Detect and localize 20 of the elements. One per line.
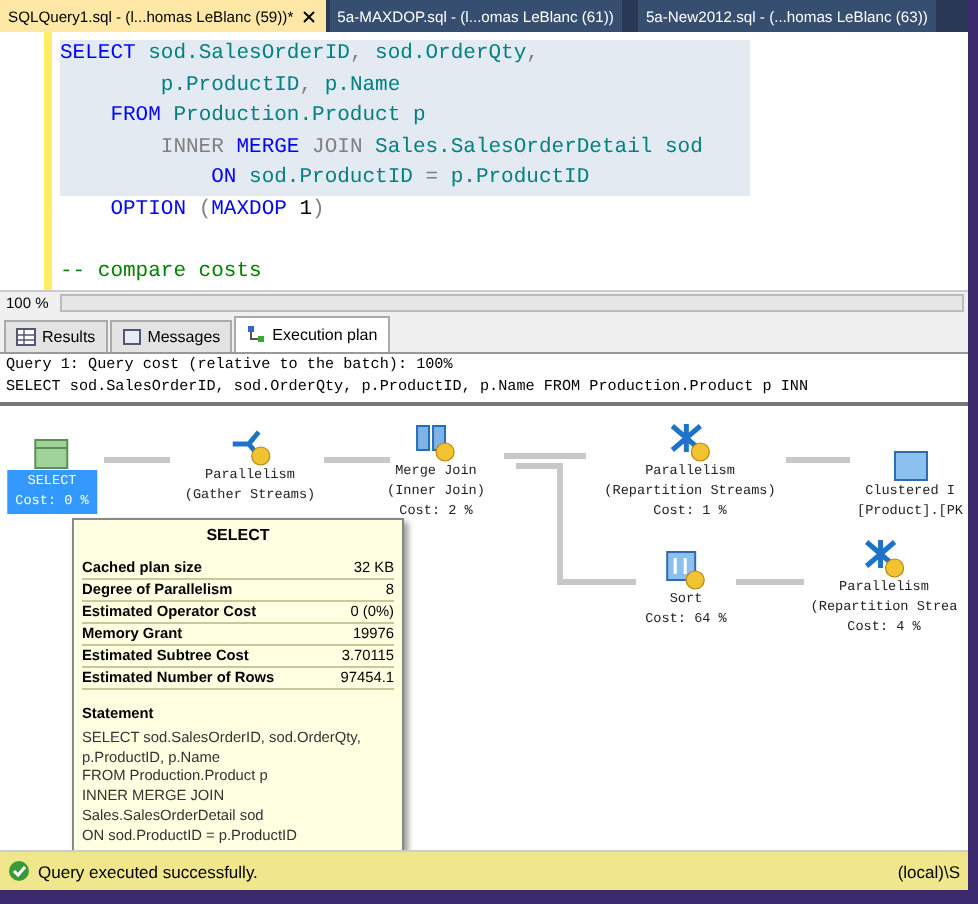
close-icon[interactable] [299,7,318,25]
message-icon [121,327,142,346]
result-tab[interactable]: Execution plan [234,315,390,352]
merge-join-icon [414,421,458,462]
code-editor[interactable]: SELECT sod.SalesOrderID, sod.OrderQty, p.ProductID, p.Name FROM Production.Product p INNER MERGE JOIN Sales.SalesOrderDetail sod ON sod.ProductID = p.ProductID OPTION (MAXDOP 1) -- compare costs [52,32,750,290]
status-message: Query executed successfully. [38,861,258,881]
tooltip-title: SELECT [204,525,272,544]
result-tab[interactable]: Messages [109,319,233,352]
parallelism-icon [228,425,272,466]
horizontal-scrollbar[interactable] [60,293,964,312]
parallelism-icon [862,537,906,578]
result-tab[interactable]: Results [4,319,108,352]
sort-icon [664,549,708,590]
server-name: (local)\S [897,861,960,881]
check-icon [8,860,30,882]
index-scan-icon [892,449,928,482]
parallelism-icon [668,421,712,462]
table-icon [34,437,70,470]
grid-icon [16,327,36,346]
plan-icon [246,324,267,345]
